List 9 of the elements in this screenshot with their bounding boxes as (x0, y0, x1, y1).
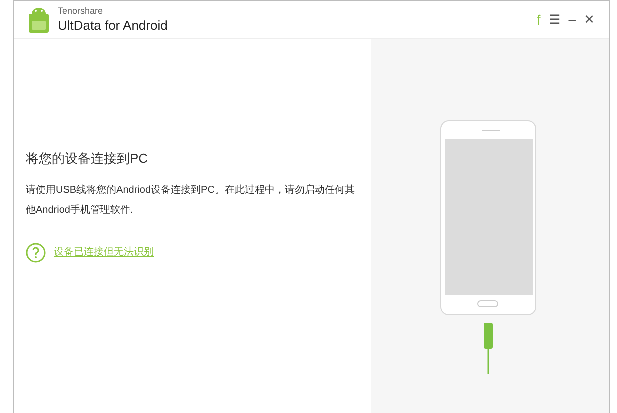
help-icon (26, 242, 46, 263)
close-button[interactable]: ✕ (584, 13, 595, 26)
minimize-button[interactable]: – (568, 13, 576, 26)
app-logo-icon (28, 6, 50, 34)
brand-name: Tenorshare (58, 7, 104, 16)
window-title: UltData for Android (58, 19, 168, 32)
description: 请使用USB线将您的Andriod设备连接到PC。在此过程中，请勿启动任何其他Andriod手机管理软件. (26, 184, 356, 218)
menu-button[interactable]: ☰ (548, 13, 561, 26)
heading: 将您的设备连接到PC (26, 150, 150, 168)
